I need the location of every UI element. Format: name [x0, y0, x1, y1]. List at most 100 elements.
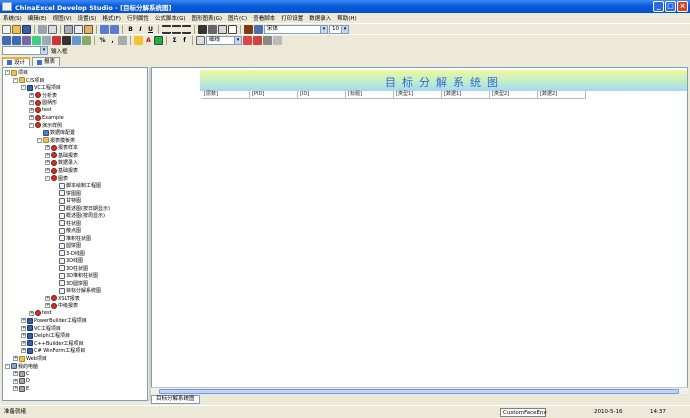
collapse-icon[interactable]: -: [21, 85, 26, 91]
sort-icon[interactable]: [32, 35, 41, 45]
fill-color-icon[interactable]: [134, 35, 143, 45]
menu-item[interactable]: 查看脚本: [253, 14, 275, 22]
border-style-select[interactable]: 细线 ▾: [206, 35, 242, 45]
expand-icon[interactable]: +: [45, 152, 50, 158]
comma-icon[interactable]: ,: [108, 37, 117, 44]
print-preview-icon[interactable]: [48, 24, 57, 34]
tree-node[interactable]: + Web项目: [13, 355, 47, 363]
sum-icon[interactable]: Σ: [170, 37, 179, 44]
paint-icon[interactable]: [263, 35, 272, 45]
save-icon[interactable]: [22, 24, 31, 34]
report-canvas[interactable]: 目标分解系统图 [层数] [PID] [ID] [标题] [类型1] [数据1] [类型2]…: [151, 67, 688, 394]
tree-node[interactable]: - VC工程项目: [21, 84, 61, 92]
delete-row-icon[interactable]: [22, 35, 31, 45]
home-icon[interactable]: [273, 35, 282, 45]
tree-node[interactable]: 概述图(按周显示): [53, 212, 105, 220]
binoculars-icon[interactable]: [244, 24, 253, 34]
maximize-button[interactable]: □: [665, 1, 676, 12]
function-icon[interactable]: f: [180, 37, 189, 44]
expand-icon[interactable]: +: [13, 356, 18, 361]
color-table-icon[interactable]: [253, 35, 262, 45]
tree-node[interactable]: + 数据录入: [45, 159, 78, 167]
expand-icon[interactable]: +: [21, 318, 26, 324]
expand-icon[interactable]: +: [45, 160, 50, 166]
decimal-icon[interactable]: [118, 35, 127, 45]
expand-icon[interactable]: +: [29, 310, 34, 316]
tree-node[interactable]: + PowerBuilder工程项目: [21, 317, 87, 325]
tree-node[interactable]: + test: [29, 310, 52, 318]
menu-item[interactable]: 格式(F): [102, 14, 120, 22]
close-button[interactable]: ×: [677, 1, 688, 12]
menu-item[interactable]: 帮助(H): [337, 14, 356, 22]
expand-icon[interactable]: +: [29, 115, 34, 121]
expand-icon[interactable]: +: [21, 348, 26, 354]
menu-item[interactable]: 数据录入: [309, 14, 331, 22]
table-icon[interactable]: [243, 35, 252, 45]
collapse-icon[interactable]: -: [13, 77, 18, 83]
menu-item[interactable]: 公式脚本(G): [155, 14, 186, 22]
menu-item[interactable]: 系统(S): [3, 14, 22, 22]
tree-node[interactable]: - 我的电脑: [5, 362, 38, 370]
tab-report[interactable]: 报表: [32, 57, 61, 66]
tree-node[interactable]: + C# WinForm工程项目: [21, 347, 85, 355]
tree-node[interactable]: + 报表样本: [45, 144, 78, 152]
tree-node[interactable]: + 分析表: [29, 92, 57, 100]
expand-icon[interactable]: +: [13, 386, 18, 392]
frame-icon[interactable]: [196, 35, 205, 45]
menu-item[interactable]: 设置(S): [78, 14, 97, 22]
align-center-icon[interactable]: [172, 24, 181, 34]
grid-icon[interactable]: [218, 24, 227, 34]
menu-item[interactable]: 图片(C): [228, 14, 247, 22]
tree-node[interactable]: - C/S项目: [13, 77, 44, 85]
split-icon[interactable]: [208, 24, 217, 34]
pen-icon[interactable]: [62, 35, 71, 45]
tree-node[interactable]: 散点图: [53, 227, 81, 235]
tree-node[interactable]: 3D线图: [53, 257, 83, 265]
menu-item[interactable]: 图形图表(G): [191, 14, 222, 22]
percent-icon[interactable]: %: [98, 37, 107, 44]
indent-icon[interactable]: [82, 35, 91, 45]
tree-node[interactable]: + C++Builder工程项目: [21, 340, 84, 348]
expand-icon[interactable]: +: [21, 333, 26, 339]
collapse-icon[interactable]: -: [45, 175, 50, 181]
bold-icon[interactable]: B: [126, 26, 135, 33]
align-right-icon[interactable]: [182, 24, 191, 34]
menu-item[interactable]: 编辑(E): [28, 14, 47, 22]
tab-design[interactable]: 设计: [2, 57, 31, 66]
collapse-icon[interactable]: -: [5, 363, 10, 369]
tree-node[interactable]: - 图表: [45, 174, 68, 182]
collapse-icon[interactable]: -: [5, 70, 10, 76]
expand-icon[interactable]: +: [45, 145, 50, 151]
undo-icon[interactable]: [100, 24, 109, 34]
horizontal-scrollbar[interactable]: [151, 387, 688, 394]
highlight-icon[interactable]: [52, 35, 61, 45]
cut-icon[interactable]: [64, 24, 73, 34]
tree-node[interactable]: + C: [13, 370, 30, 378]
tree-node[interactable]: 概述图(按日期显示): [53, 204, 110, 212]
tree-node[interactable]: + XSLT报表: [45, 295, 80, 303]
tree-node[interactable]: 圆饼图: [53, 242, 81, 250]
filter-icon[interactable]: [42, 35, 51, 45]
insert-row-icon[interactable]: [2, 35, 11, 45]
database-icon[interactable]: [254, 24, 263, 34]
insert-column-icon[interactable]: [12, 35, 21, 45]
tree-node[interactable]: - 演示样例: [29, 122, 62, 130]
new-file-icon[interactable]: [2, 24, 11, 34]
sheet-tab[interactable]: 目标分解系统图: [151, 395, 200, 404]
tree-node[interactable]: + Delphi工程项目: [21, 332, 70, 340]
align-left-icon[interactable]: [162, 24, 171, 34]
underline-icon[interactable]: U: [146, 26, 155, 33]
expand-icon[interactable]: +: [29, 92, 34, 98]
tree-node[interactable]: - 报表模板类: [37, 137, 75, 145]
tree-node[interactable]: + test: [29, 107, 52, 115]
collapse-icon[interactable]: -: [37, 137, 42, 143]
tree-node[interactable]: 3-D线图: [53, 249, 85, 257]
tree-node[interactable]: + 基础报表: [45, 152, 78, 160]
tree-node[interactable]: 3D圆饼图: [53, 280, 88, 288]
chart-icon[interactable]: [228, 24, 237, 34]
tree-node[interactable]: - 项目: [5, 69, 28, 77]
tree-node[interactable]: + 圆柄形: [29, 99, 57, 107]
copy-icon[interactable]: [74, 24, 83, 34]
cell-ref-select[interactable]: ▾: [2, 46, 48, 55]
tree-node[interactable]: 目标分解系统图: [53, 287, 101, 295]
